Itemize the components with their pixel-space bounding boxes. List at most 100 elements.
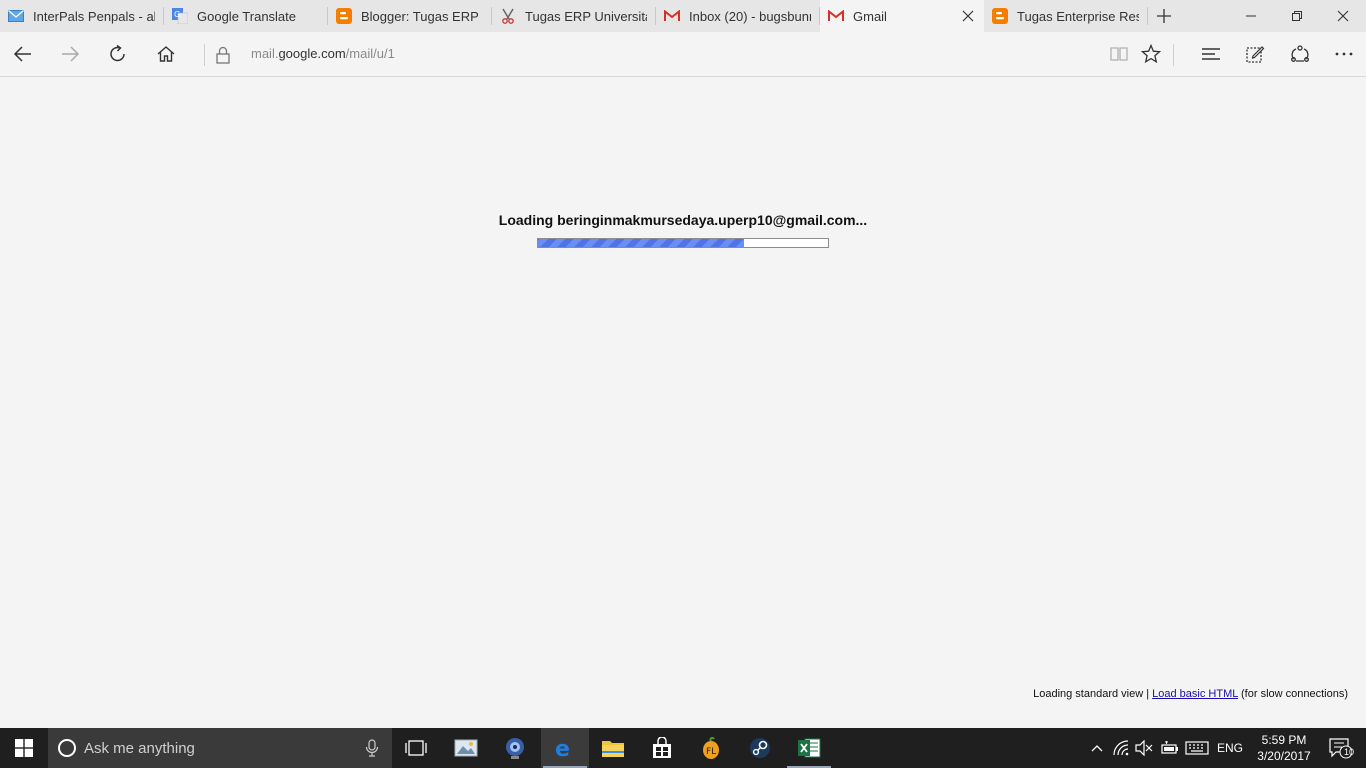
home-icon xyxy=(157,46,175,62)
load-basic-html-link[interactable]: Load basic HTML xyxy=(1152,688,1238,700)
footer-prefix: Loading standard view | xyxy=(1033,688,1153,700)
web-note-icon xyxy=(1246,46,1265,63)
progress-fill xyxy=(538,239,744,247)
close-icon xyxy=(1337,10,1349,22)
network-tray-button[interactable] xyxy=(1110,728,1134,768)
battery-charging-icon xyxy=(1161,741,1178,754)
volume-tray-button[interactable] xyxy=(1133,728,1155,768)
taskbar-app-edge[interactable]: e xyxy=(541,728,589,768)
web-note-button[interactable] xyxy=(1239,38,1271,70)
refresh-button[interactable] xyxy=(102,38,134,70)
start-button[interactable] xyxy=(0,728,48,768)
input-language-indicator[interactable]: ENG xyxy=(1214,728,1246,768)
fruity-loops-icon: FL xyxy=(703,736,719,759)
close-window-button[interactable] xyxy=(1320,0,1366,32)
task-view-button[interactable] xyxy=(392,728,440,768)
svg-text:FL: FL xyxy=(706,747,716,757)
tab-tugas-enterprise[interactable]: Tugas Enterprise Reso xyxy=(984,0,1148,32)
reading-view-button[interactable] xyxy=(1103,38,1135,70)
taskbar-app-photos[interactable] xyxy=(442,728,490,768)
new-tab-button[interactable] xyxy=(1148,0,1180,32)
touch-keyboard-button[interactable] xyxy=(1183,728,1211,768)
loading-message: Loading beringinmakmursedaya.uperp10@gma… xyxy=(498,212,868,228)
window-controls xyxy=(1228,0,1366,32)
battery-tray-button[interactable] xyxy=(1157,728,1181,768)
folder-icon xyxy=(602,741,624,757)
scissors-site-icon xyxy=(500,8,516,24)
home-button[interactable] xyxy=(150,38,182,70)
chevron-up-icon xyxy=(1091,745,1103,752)
taskbar-app-store[interactable] xyxy=(638,728,686,768)
cortana-search-box[interactable]: Ask me anything xyxy=(48,728,392,768)
taskbar-app-webcam[interactable] xyxy=(491,728,539,768)
keyboard-icon xyxy=(1185,741,1209,755)
star-icon xyxy=(1141,44,1161,64)
taskbar-app-fl-studio[interactable]: FL xyxy=(687,728,735,768)
favorite-button[interactable] xyxy=(1135,38,1167,70)
photo-viewer-icon xyxy=(454,739,478,757)
toolbar-divider xyxy=(1173,44,1174,66)
reading-view-icon xyxy=(1110,47,1128,61)
minimize-button[interactable] xyxy=(1228,0,1274,32)
tab-title: Google Translate xyxy=(197,8,297,24)
tab-google-translate[interactable]: G Google Translate xyxy=(164,0,328,32)
url-prefix: mail. xyxy=(251,46,279,61)
plus-icon xyxy=(1157,9,1171,23)
wifi-icon xyxy=(1113,740,1129,756)
url-domain: google.com xyxy=(278,46,346,61)
url-path: /mail/u/1 xyxy=(345,46,395,61)
microphone-icon[interactable] xyxy=(364,739,380,757)
browser-toolbar: mail.google.com/mail/u/1 xyxy=(0,32,1366,77)
edge-browser-icon: e xyxy=(555,737,570,760)
share-button[interactable] xyxy=(1284,38,1316,70)
loading-footer: Loading standard view | Load basic HTML … xyxy=(1033,688,1348,700)
taskbar-app-excel[interactable] xyxy=(785,728,833,768)
forward-button[interactable] xyxy=(54,38,86,70)
action-center-button[interactable]: 10 xyxy=(1320,728,1360,768)
tab-title: Gmail xyxy=(853,8,887,24)
system-clock[interactable]: 5:59 PM 3/20/2017 xyxy=(1247,732,1321,764)
blogger-icon xyxy=(992,8,1008,24)
back-arrow-icon xyxy=(13,46,31,62)
restore-icon xyxy=(1292,11,1302,21)
windows-logo-icon xyxy=(15,739,33,757)
search-placeholder: Ask me anything xyxy=(84,740,195,757)
mail-envelope-icon xyxy=(8,8,24,24)
tab-title: Tugas Enterprise Reso xyxy=(1017,8,1139,24)
share-icon xyxy=(1291,45,1309,62)
address-bar[interactable]: mail.google.com/mail/u/1 xyxy=(251,46,395,61)
minimize-icon xyxy=(1246,15,1256,17)
taskbar: Ask me anything e FL ENG 5:59 PM 3/20/20… xyxy=(0,728,1366,768)
tab-strip: InterPals Penpals - alex G Google Transl… xyxy=(0,0,1366,32)
cortana-icon xyxy=(58,739,76,757)
hub-button[interactable] xyxy=(1195,38,1227,70)
steam-icon xyxy=(750,738,770,758)
refresh-icon xyxy=(110,44,125,62)
clock-date: 3/20/2017 xyxy=(1257,749,1311,763)
close-tab-icon[interactable] xyxy=(960,8,976,24)
tab-title: Tugas ERP Universitas xyxy=(525,8,647,24)
notification-count-badge: 10 xyxy=(1343,747,1354,757)
show-hidden-icons-button[interactable] xyxy=(1086,728,1108,768)
webcam-icon xyxy=(506,738,524,759)
lock-icon[interactable] xyxy=(214,45,232,65)
forward-arrow-icon xyxy=(62,46,80,62)
tab-gmail-active[interactable]: Gmail xyxy=(820,0,984,32)
taskbar-app-steam[interactable] xyxy=(736,728,784,768)
task-view-icon xyxy=(405,740,427,756)
gmail-icon xyxy=(828,8,844,24)
tab-interpals[interactable]: InterPals Penpals - alex xyxy=(0,0,164,32)
restore-button[interactable] xyxy=(1274,0,1320,32)
tab-title: Blogger: Tugas ERP U xyxy=(361,8,483,24)
tab-blogger-tugas-erp[interactable]: Blogger: Tugas ERP U xyxy=(328,0,492,32)
taskbar-app-file-explorer[interactable] xyxy=(589,728,637,768)
back-button[interactable] xyxy=(7,38,39,70)
blogger-icon xyxy=(336,8,352,24)
tab-tugas-erp-universitas[interactable]: Tugas ERP Universitas xyxy=(492,0,656,32)
speaker-muted-icon xyxy=(1135,740,1153,756)
store-bag-icon xyxy=(653,737,671,758)
tab-inbox[interactable]: Inbox (20) - bugsbunny xyxy=(656,0,820,32)
address-divider xyxy=(204,44,205,66)
more-button[interactable] xyxy=(1328,38,1360,70)
ellipsis-icon xyxy=(1335,52,1353,56)
